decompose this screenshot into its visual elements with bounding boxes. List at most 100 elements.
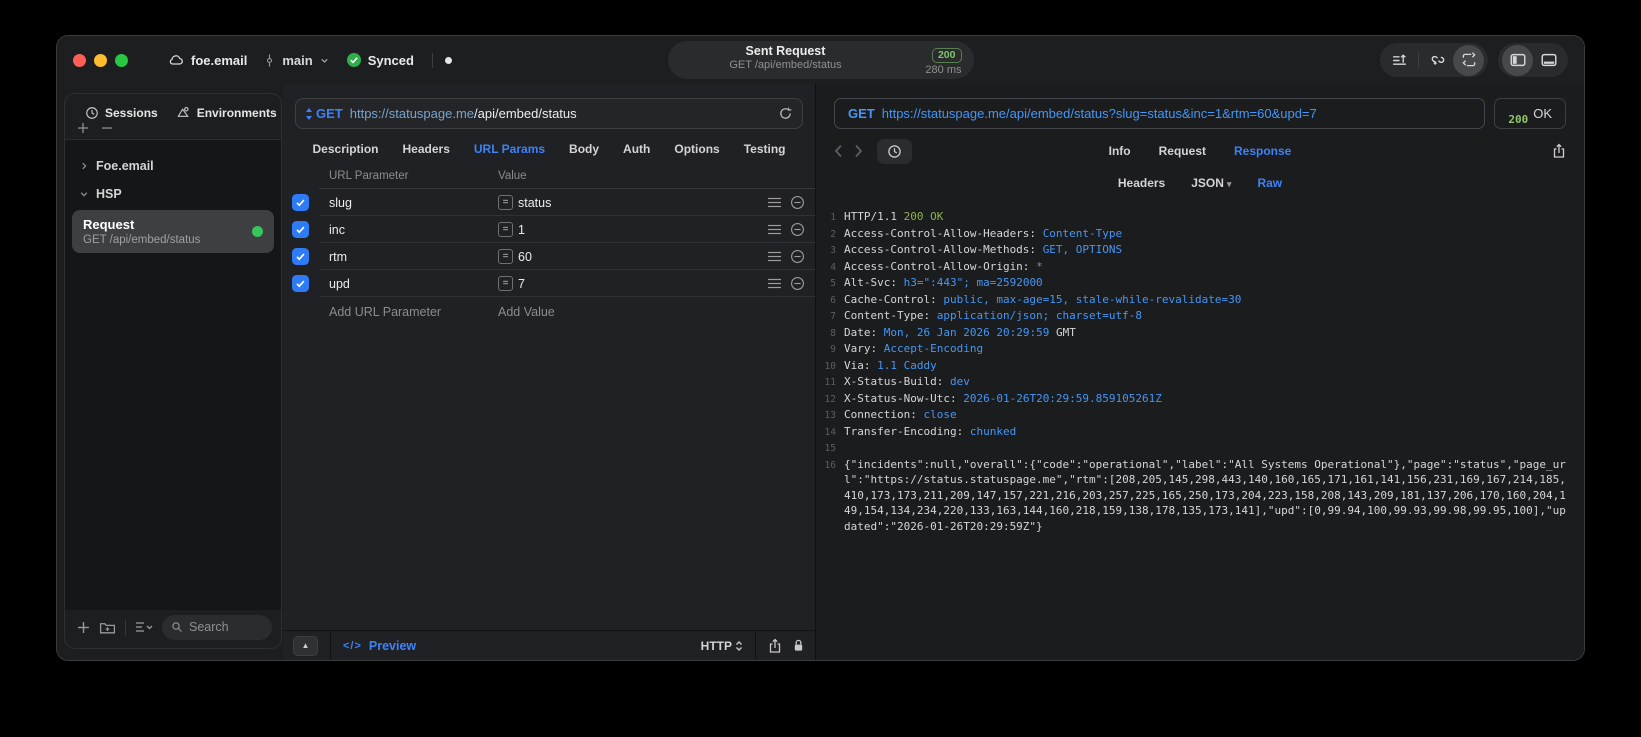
param-name-field[interactable]: rtm: [329, 250, 498, 264]
sync-status[interactable]: Synced: [346, 52, 414, 68]
sent-request-title: Sent Request: [745, 44, 826, 58]
remove-param-icon[interactable]: [790, 195, 805, 210]
request-url-path[interactable]: /api/embed/status: [474, 106, 577, 121]
toggle-bottom-panel-button[interactable]: [1533, 45, 1564, 76]
reorder-icon[interactable]: [768, 278, 781, 289]
request-url-bar[interactable]: GET https://statuspage.me /api/embed/sta…: [295, 98, 803, 129]
param-checkbox[interactable]: [292, 194, 309, 211]
remove-param-icon[interactable]: [790, 276, 805, 291]
link-requests-button[interactable]: [1422, 45, 1453, 76]
tree-group-hsp[interactable]: HSP: [65, 180, 281, 208]
response-line: 7 Content-Type: application/json; charset…: [816, 308, 1584, 325]
param-row[interactable]: rtm = 60: [283, 243, 815, 270]
add-url-parameter-field[interactable]: Add URL Parameter: [329, 305, 498, 319]
tab-sessions[interactable]: Sessions: [85, 106, 158, 120]
tab-testing[interactable]: Testing: [744, 142, 786, 156]
tab-options[interactable]: Options: [674, 142, 719, 156]
request-method[interactable]: GET: [316, 106, 343, 121]
tab-body[interactable]: Body: [569, 142, 599, 156]
share-icon[interactable]: [768, 638, 782, 654]
line-number: 10: [824, 360, 836, 372]
param-checkbox[interactable]: [292, 275, 309, 292]
lock-icon[interactable]: [792, 638, 805, 653]
sort-filter-icon[interactable]: [135, 620, 153, 634]
remove-param-icon[interactable]: [790, 222, 805, 237]
view-tab-json[interactable]: JSON ▾: [1191, 176, 1231, 190]
method-select-icon[interactable]: [305, 107, 313, 120]
response-status-label: OK: [1533, 106, 1552, 121]
new-request-icon[interactable]: [77, 621, 90, 634]
history-back-icon[interactable]: [834, 144, 843, 158]
reorder-icon[interactable]: [768, 251, 781, 262]
sent-request-summary[interactable]: Sent Request GET /api/embed/status 200 2…: [667, 41, 974, 79]
line-number: 4: [830, 261, 836, 273]
toggle-left-sidebar-button[interactable]: [1502, 44, 1533, 76]
param-row[interactable]: inc = 1: [283, 216, 815, 243]
app-window: foe.email main Synced Sent Request GET /…: [57, 36, 1584, 660]
export-list-button[interactable]: [1384, 45, 1415, 76]
sent-request-url[interactable]: GET https://statuspage.me/api/embed/stat…: [834, 98, 1486, 129]
response-line: 16 {"incidents":null,"overall":{"code":"o…: [816, 457, 1584, 535]
new-folder-icon[interactable]: [99, 620, 116, 635]
search-placeholder: Search: [189, 620, 229, 634]
response-line: 11 X-Status-Build: dev: [816, 374, 1584, 391]
tree-group-label: HSP: [96, 187, 122, 201]
reorder-icon[interactable]: [768, 224, 781, 235]
response-body[interactable]: 1 HTTP/1.1 200 OK 2 Access-Control-Allow-He…: [816, 199, 1584, 660]
response-line: 10 Via: 1.1 Caddy: [816, 358, 1584, 375]
request-url-host[interactable]: https://statuspage.me: [350, 106, 474, 121]
line-number: 14: [824, 426, 836, 438]
branch-menu[interactable]: main: [263, 53, 329, 68]
tab-info[interactable]: Info: [1109, 144, 1131, 158]
tab-description[interactable]: Description: [313, 142, 379, 156]
footer-divider: [755, 630, 756, 660]
param-value-field[interactable]: status: [518, 196, 551, 210]
add-session-icon[interactable]: [77, 122, 89, 134]
preview-button[interactable]: </> Preview: [343, 639, 416, 653]
response-line: 1 HTTP/1.1 200 OK: [816, 209, 1584, 226]
param-row[interactable]: slug = status: [283, 189, 815, 216]
tab-request[interactable]: Request: [1159, 144, 1206, 158]
tree-group-foe-email[interactable]: Foe.email: [65, 152, 281, 180]
minimize-window-button[interactable]: [94, 53, 107, 67]
equals-badge: =: [498, 276, 513, 291]
param-value-field[interactable]: 7: [518, 277, 525, 291]
request-list-item-selected[interactable]: Request GET /api/embed/status: [72, 210, 274, 253]
param-checkbox[interactable]: [292, 248, 309, 265]
tab-response[interactable]: Response: [1234, 144, 1291, 158]
tab-url-params[interactable]: URL Params: [474, 142, 545, 156]
chevron-right-icon: [79, 161, 89, 171]
request-editor-pane: GET https://statuspage.me /api/embed/sta…: [283, 84, 815, 660]
view-tab-headers[interactable]: Headers: [1118, 176, 1165, 190]
request-status-dot: [252, 226, 263, 237]
resend-icon[interactable]: [778, 106, 793, 121]
param-value-field[interactable]: 1: [518, 223, 525, 237]
history-button[interactable]: [877, 138, 912, 164]
param-name-field[interactable]: inc: [329, 223, 498, 237]
zoom-window-button[interactable]: [115, 53, 128, 67]
collapse-panel-button[interactable]: ▲: [293, 635, 318, 656]
send-request-button[interactable]: [1453, 44, 1484, 76]
param-value-field[interactable]: 60: [518, 250, 532, 264]
project-menu[interactable]: foe.email: [168, 52, 247, 69]
param-row[interactable]: upd = 7: [283, 270, 815, 297]
close-window-button[interactable]: [73, 53, 86, 67]
reorder-icon[interactable]: [768, 197, 781, 208]
view-tab-raw[interactable]: Raw: [1257, 176, 1282, 190]
param-checkbox[interactable]: [292, 221, 309, 238]
remove-param-icon[interactable]: [790, 249, 805, 264]
history-forward-icon[interactable]: [854, 144, 863, 158]
tab-environments[interactable]: Environments: [176, 105, 277, 120]
remove-session-icon[interactable]: [101, 122, 113, 134]
param-name-field[interactable]: upd: [329, 277, 498, 291]
param-name-field[interactable]: slug: [329, 196, 498, 210]
select-arrows-icon: [736, 640, 742, 651]
tab-auth[interactable]: Auth: [623, 142, 650, 156]
tab-headers[interactable]: Headers: [403, 142, 450, 156]
line-number: 7: [830, 311, 836, 322]
protocol-select[interactable]: HTTP: [701, 639, 743, 653]
add-value-field[interactable]: Add Value: [498, 305, 555, 319]
export-response-icon[interactable]: [1552, 143, 1566, 159]
search-icon: [171, 621, 183, 633]
search-input[interactable]: Search: [162, 614, 272, 640]
